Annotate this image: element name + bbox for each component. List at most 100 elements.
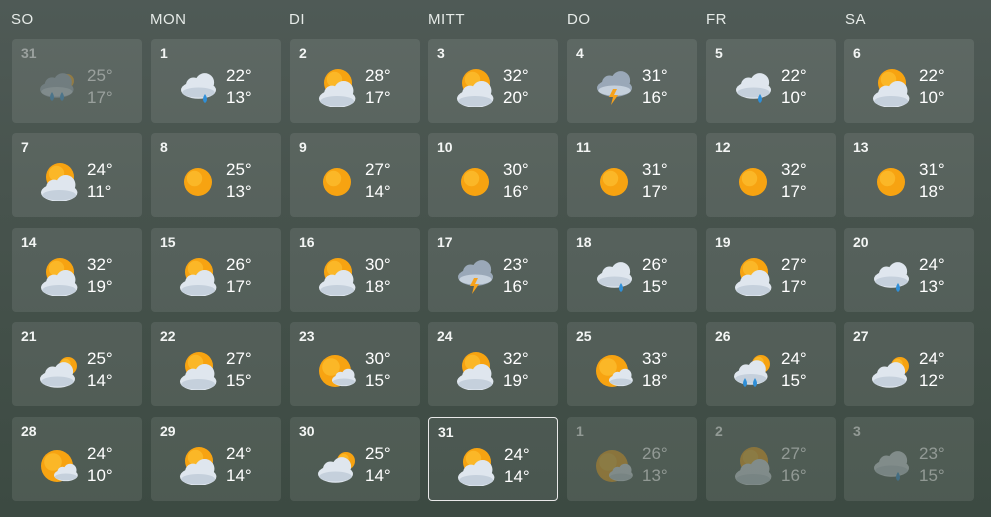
- low-temperature: 16°: [781, 466, 807, 485]
- day-cell[interactable]: 25 33° 18°: [567, 322, 697, 406]
- day-cell[interactable]: 27 24° 12°: [844, 322, 974, 406]
- day-cell[interactable]: 10 30° 16°: [428, 133, 558, 217]
- high-temperature: 25°: [87, 349, 113, 368]
- day-number: 28: [21, 423, 37, 439]
- day-cell[interactable]: 12 32° 17°: [706, 133, 836, 217]
- partly-cloudy-icon: [177, 256, 219, 297]
- day-number: 9: [299, 139, 307, 155]
- day-cell[interactable]: 8 25° 13°: [151, 133, 281, 217]
- day-number: 18: [576, 234, 592, 250]
- high-temperature: 28°: [365, 66, 391, 85]
- high-temperature: 22°: [919, 66, 945, 85]
- sun-icon: [732, 161, 774, 201]
- day-number: 8: [160, 139, 168, 155]
- high-temperature: 27°: [226, 349, 252, 368]
- day-cell[interactable]: 18 26° 15°: [567, 228, 697, 312]
- low-temperature: 13°: [919, 277, 945, 296]
- sun-icon: [177, 161, 219, 201]
- low-temperature: 16°: [642, 88, 668, 107]
- day-cell[interactable]: 22 27° 15°: [151, 322, 281, 406]
- low-temperature: 15°: [781, 371, 807, 390]
- day-number: 30: [299, 423, 315, 439]
- day-cell[interactable]: 4 31° 16°: [567, 39, 697, 123]
- day-number: 2: [299, 45, 307, 61]
- high-temperature: 24°: [781, 349, 807, 368]
- high-temperature: 24°: [87, 160, 113, 179]
- cloud-rain-icon: [593, 256, 635, 296]
- day-number: 23: [299, 328, 315, 344]
- day-number: 14: [21, 234, 37, 250]
- low-temperature: 20°: [503, 88, 529, 107]
- day-cell[interactable]: 28 24° 10°: [12, 417, 142, 501]
- day-number: 19: [715, 234, 731, 250]
- mostly-sunny-icon: [593, 445, 635, 485]
- partly-cloudy-icon: [454, 350, 496, 391]
- high-temperature: 24°: [87, 444, 113, 463]
- low-temperature: 14°: [365, 466, 391, 485]
- high-temperature: 31°: [919, 160, 945, 179]
- partly-cloudy-icon: [38, 161, 80, 202]
- day-cell[interactable]: 23 30° 15°: [290, 322, 420, 406]
- low-temperature: 10°: [781, 88, 807, 107]
- sun-rain-icon: [732, 350, 774, 390]
- partly-cloudy-icon: [316, 256, 358, 297]
- day-cell[interactable]: 2 28° 17°: [290, 39, 420, 123]
- day-cell[interactable]: 29 24° 14°: [151, 417, 281, 501]
- partly-cloudy-icon: [177, 350, 219, 391]
- day-number: 31: [21, 45, 37, 61]
- day-cell[interactable]: 3 23° 15°: [844, 417, 974, 501]
- low-temperature: 19°: [87, 277, 113, 296]
- low-temperature: 17°: [781, 182, 807, 201]
- day-cell[interactable]: 19 27° 17°: [706, 228, 836, 312]
- day-cell[interactable]: 9 27° 14°: [290, 133, 420, 217]
- low-temperature: 17°: [781, 277, 807, 296]
- high-temperature: 26°: [226, 255, 252, 274]
- high-temperature: 24°: [919, 349, 945, 368]
- high-temperature: 32°: [87, 255, 113, 274]
- low-temperature: 15°: [226, 371, 252, 390]
- day-number: 13: [853, 139, 869, 155]
- day-number: 20: [853, 234, 869, 250]
- day-cell[interactable]: 14 32° 19°: [12, 228, 142, 312]
- low-temperature: 14°: [87, 371, 113, 390]
- high-temperature: 25°: [365, 444, 391, 463]
- mostly-cloudy-icon: [870, 350, 912, 390]
- partly-cloudy-icon: [177, 445, 219, 486]
- day-cell[interactable]: 13 31° 18°: [844, 133, 974, 217]
- day-cell[interactable]: 16 30° 18°: [290, 228, 420, 312]
- day-cell[interactable]: 21 25° 14°: [12, 322, 142, 406]
- day-cell[interactable]: 6 22° 10°: [844, 39, 974, 123]
- day-number: 10: [437, 139, 453, 155]
- sun-icon: [593, 161, 635, 201]
- high-temperature: 22°: [781, 66, 807, 85]
- cloud-rain-icon: [870, 256, 912, 296]
- day-cell[interactable]: 7 24° 11°: [12, 133, 142, 217]
- day-cell[interactable]: 1 22° 13°: [151, 39, 281, 123]
- day-cell[interactable]: 3 32° 20°: [428, 39, 558, 123]
- day-cell[interactable]: 2 27° 16°: [706, 417, 836, 501]
- day-cell[interactable]: 24 32° 19°: [428, 322, 558, 406]
- day-number: 3: [853, 423, 861, 439]
- day-cell[interactable]: 1 26° 13°: [567, 417, 697, 501]
- day-cell[interactable]: 31 25° 17°: [12, 39, 142, 123]
- mostly-sunny-icon: [316, 350, 358, 390]
- day-cell[interactable]: 5 22° 10°: [706, 39, 836, 123]
- low-temperature: 18°: [919, 182, 945, 201]
- day-number: 22: [160, 328, 176, 344]
- low-temperature: 11°: [87, 182, 112, 201]
- day-cell[interactable]: 15 26° 17°: [151, 228, 281, 312]
- partly-cloudy-icon: [454, 67, 496, 108]
- day-cell[interactable]: 26 24° 15°: [706, 322, 836, 406]
- day-number: 27: [853, 328, 869, 344]
- high-temperature: 23°: [919, 444, 945, 463]
- day-cell[interactable]: 17 23° 16°: [428, 228, 558, 312]
- high-temperature: 32°: [503, 66, 529, 85]
- day-cell[interactable]: 11 31° 17°: [567, 133, 697, 217]
- day-number: 1: [576, 423, 584, 439]
- day-cell[interactable]: 31 24° 14°: [428, 417, 558, 501]
- day-cell[interactable]: 20 24° 13°: [844, 228, 974, 312]
- low-temperature: 17°: [642, 182, 668, 201]
- day-cell[interactable]: 30 25° 14°: [290, 417, 420, 501]
- day-number: 7: [21, 139, 29, 155]
- high-temperature: 24°: [919, 255, 945, 274]
